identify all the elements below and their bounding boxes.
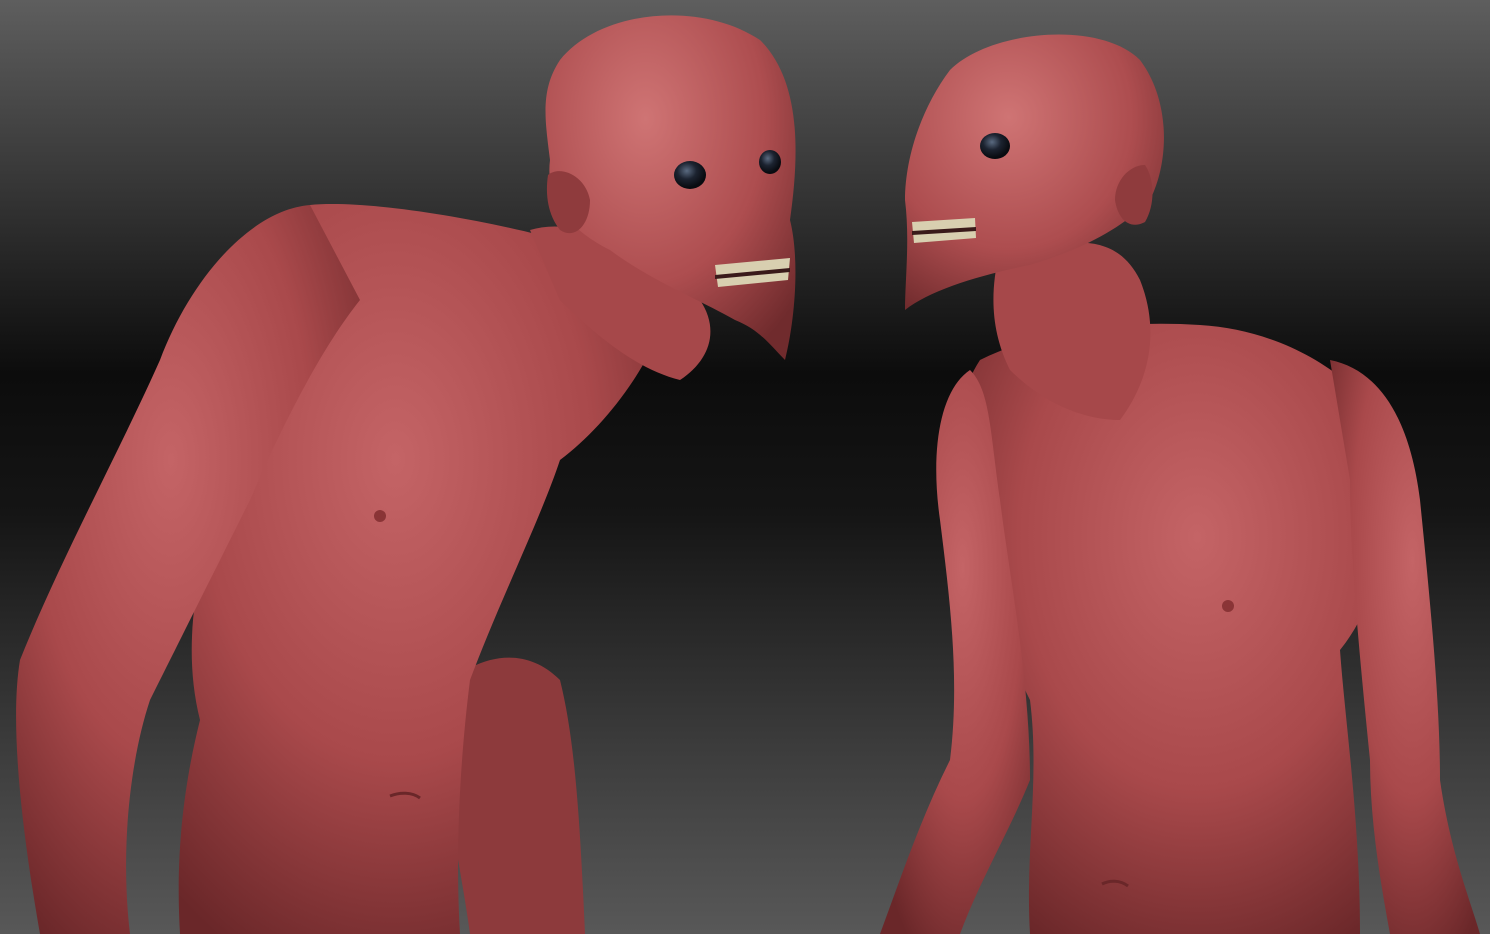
left-creature-eye-right bbox=[674, 161, 706, 189]
right-creature-eye bbox=[980, 133, 1010, 159]
left-creature-figure bbox=[16, 15, 796, 934]
sculpt-viewport bbox=[0, 0, 1490, 934]
left-creature-eye-left bbox=[759, 150, 781, 174]
right-creature-figure bbox=[880, 34, 1480, 934]
left-creature-nipple bbox=[374, 510, 386, 522]
right-creature-torso bbox=[958, 323, 1393, 934]
right-creature-nipple bbox=[1222, 600, 1234, 612]
render-canvas bbox=[16, 15, 1480, 934]
